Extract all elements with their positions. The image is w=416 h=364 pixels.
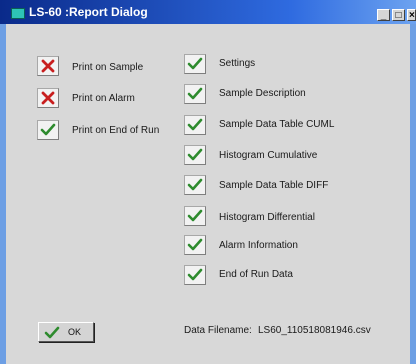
checkmark-icon: [187, 238, 203, 251]
window-border-right: [410, 24, 416, 364]
alarm-information-label: Alarm Information: [219, 240, 298, 251]
window-title: LS-60 :Report Dialog: [29, 5, 148, 19]
histogram-cumulative-label: Histogram Cumulative: [219, 150, 318, 161]
data-filename-value: LS60_110518081946.csv: [258, 325, 371, 336]
checkmark-icon: [187, 209, 203, 222]
sample-description-label: Sample Description: [219, 88, 306, 99]
histogram-differential-label: Histogram Differential: [219, 212, 315, 223]
sample-data-table-cuml-label: Sample Data Table CUML: [219, 119, 335, 130]
histogram-differential-checkbox[interactable]: [184, 206, 206, 226]
sample-data-table-diff-label: Sample Data Table DIFF: [219, 180, 329, 191]
print-on-sample-checkbox[interactable]: [37, 56, 59, 76]
checkmark-icon: [187, 118, 203, 131]
cross-icon: [41, 59, 55, 73]
dialog-client-area: [6, 24, 410, 364]
cross-icon: [41, 91, 55, 105]
alarm-information-checkbox[interactable]: [184, 235, 206, 255]
checkmark-icon: [187, 178, 203, 191]
end-of-run-data-label: End of Run Data: [219, 269, 293, 280]
print-on-alarm-checkbox[interactable]: [37, 88, 59, 108]
checkmark-icon: [187, 87, 203, 100]
ok-button-label: OK: [68, 327, 82, 337]
sample-data-table-cuml-checkbox[interactable]: [184, 115, 206, 135]
print-on-end-of-run-checkbox[interactable]: [37, 120, 59, 140]
print-on-end-of-run-label: Print on End of Run: [72, 125, 160, 136]
minimize-button[interactable]: _: [377, 9, 390, 21]
checkmark-icon: [187, 268, 203, 281]
checkmark-icon: [44, 326, 60, 339]
settings-label: Settings: [219, 58, 256, 69]
ok-button[interactable]: OK: [38, 322, 94, 342]
settings-checkbox[interactable]: [184, 54, 206, 74]
title-bar[interactable]: LS-60 :Report Dialog _ □ ×: [0, 0, 416, 24]
print-on-sample-label: Print on Sample: [72, 62, 144, 73]
sample-data-table-diff-checkbox[interactable]: [184, 175, 206, 195]
print-on-alarm-label: Print on Alarm: [72, 93, 135, 104]
sample-description-checkbox[interactable]: [184, 84, 206, 104]
histogram-cumulative-checkbox[interactable]: [184, 145, 206, 165]
maximize-button[interactable]: □: [392, 9, 405, 21]
checkmark-icon: [40, 123, 56, 136]
checkmark-icon: [187, 148, 203, 161]
checkmark-icon: [187, 57, 203, 70]
close-button[interactable]: ×: [407, 9, 416, 21]
end-of-run-data-checkbox[interactable]: [184, 265, 206, 285]
data-filename-label: Data Filename:: [184, 325, 252, 336]
app-icon: [11, 8, 25, 19]
